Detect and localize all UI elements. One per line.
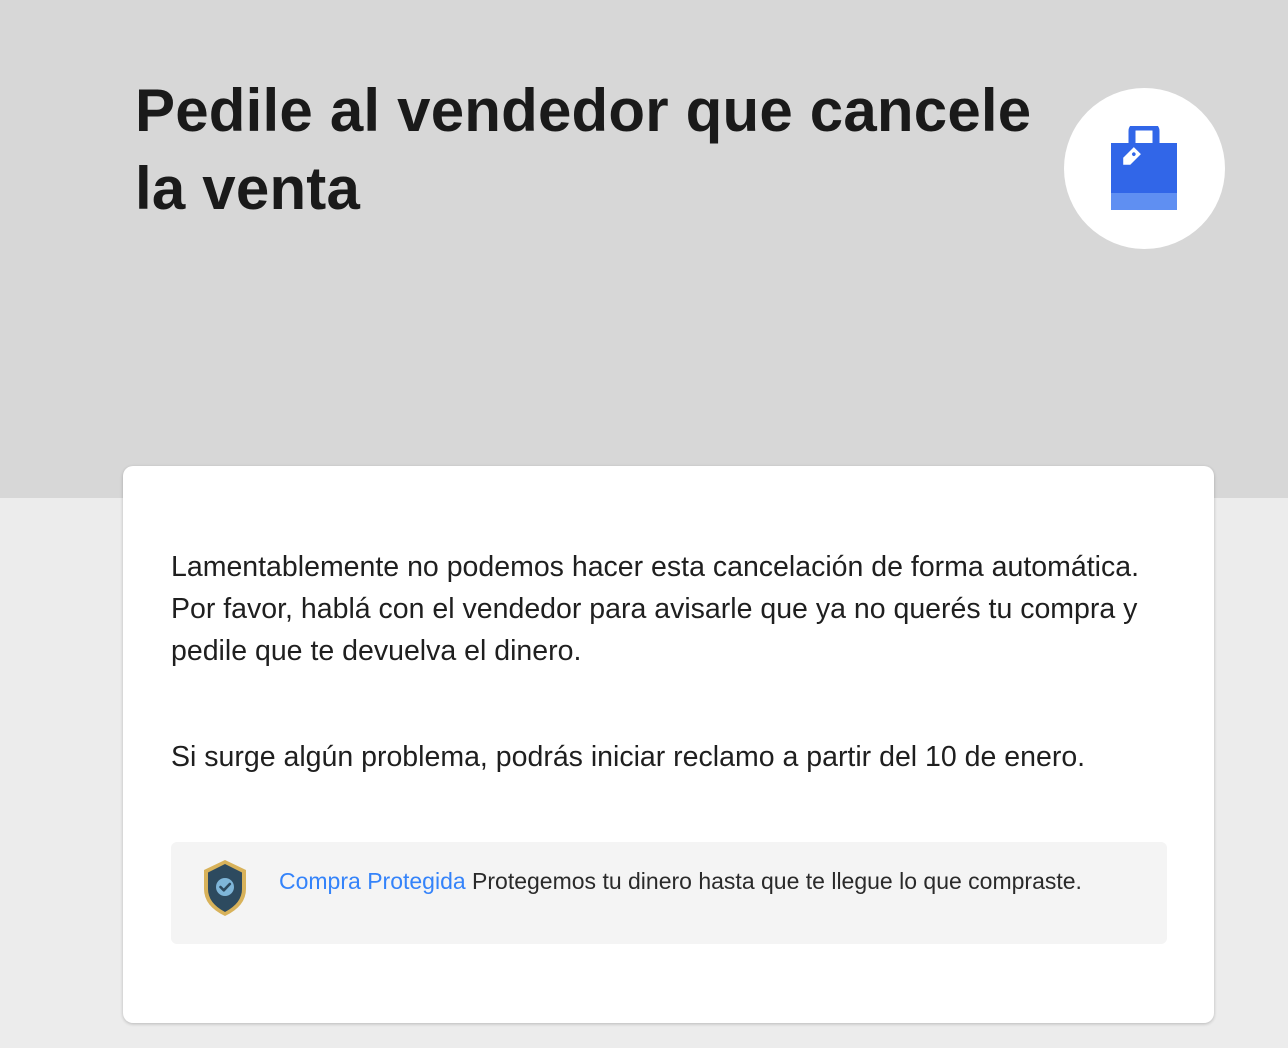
protected-purchase-box: Compra Protegida Protegemos tu dinero ha… — [171, 842, 1167, 944]
page-title: Pedile al vendedor que cancele la venta — [135, 77, 1032, 222]
icon-circle — [1064, 88, 1225, 249]
claim-info-paragraph: Si surge algún problema, podrás iniciar … — [171, 741, 1086, 773]
protection-description: Protegemos tu dinero hasta que te llegue… — [472, 868, 1082, 894]
protected-purchase-link[interactable]: Compra Protegida — [279, 868, 466, 894]
protection-text: Compra Protegida Protegemos tu dinero ha… — [279, 865, 1082, 897]
shield-check-icon — [204, 860, 246, 916]
shopping-bag-icon — [1111, 126, 1177, 210]
explanation-paragraph: Lamentablemente no podemos hacer esta ca… — [171, 551, 1139, 667]
header-band: Pedile al vendedor que cancele la venta — [0, 0, 1288, 498]
cancel-info-card: Lamentablemente no podemos hacer esta ca… — [123, 466, 1214, 1023]
